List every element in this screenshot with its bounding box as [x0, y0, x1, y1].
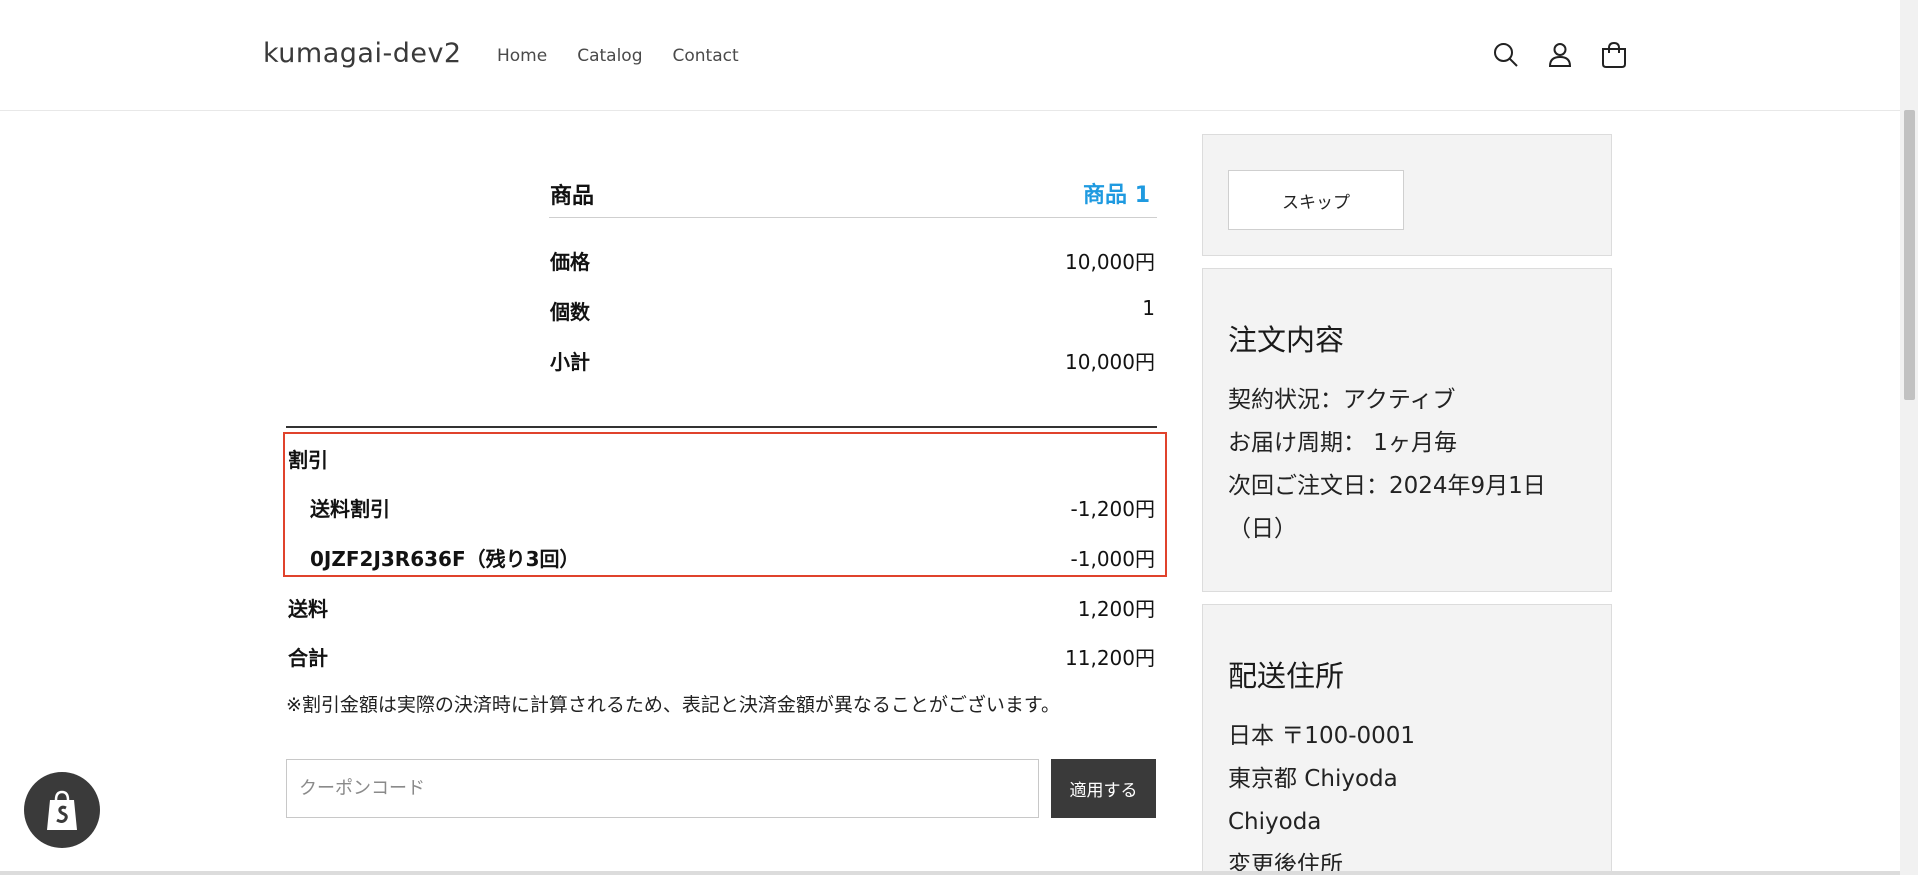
- shipping-value: 1,200円: [1077, 597, 1155, 621]
- product-label: 商品: [550, 184, 595, 209]
- order-title: 注文内容: [1228, 323, 1345, 357]
- coupon-code-input[interactable]: [286, 759, 1039, 818]
- shopify-badge[interactable]: [24, 772, 100, 848]
- shopify-bag-icon: [47, 790, 77, 830]
- cart-icon[interactable]: [1599, 40, 1629, 70]
- address-title: 配送住所: [1228, 659, 1345, 693]
- nav-catalog[interactable]: Catalog: [577, 46, 642, 66]
- subtotal-value: 10,000円: [1065, 350, 1155, 374]
- skip-panel: スキップ: [1202, 134, 1612, 256]
- discount-note: ※割引金額は実際の決済時に計算されるため、表記と決済金額が異なることがございます…: [286, 694, 1061, 716]
- store-logo[interactable]: kumagai-dev2: [263, 38, 462, 69]
- address-panel: 配送住所 日本 〒100-0001 東京都 Chiyoda Chiyoda 変更…: [1202, 604, 1612, 878]
- product-divider: [549, 217, 1157, 218]
- address-line: 東京都 Chiyoda: [1228, 766, 1398, 792]
- site-header: kumagai-dev2 Home Catalog Contact: [0, 0, 1900, 111]
- account-icon[interactable]: [1545, 40, 1575, 70]
- total-label: 合計: [288, 646, 328, 670]
- price-label: 価格: [550, 250, 590, 274]
- summary-divider: [286, 426, 1157, 428]
- skip-button[interactable]: スキップ: [1228, 170, 1404, 230]
- address-line: Chiyoda: [1228, 809, 1322, 835]
- horizontal-scrollbar[interactable]: [0, 871, 1900, 875]
- main-nav: Home Catalog Contact: [497, 46, 769, 66]
- change-address-label[interactable]: 変更後住所: [1228, 844, 1598, 887]
- discount-item-value: -1,200円: [1070, 497, 1155, 521]
- price-value: 10,000円: [1065, 250, 1155, 274]
- discount-item-value: -1,000円: [1070, 547, 1155, 571]
- discount-item-label: 送料割引: [310, 497, 390, 521]
- next-order-date: 次回ご注文日：2024年9月1日（日）: [1228, 473, 1546, 542]
- total-value: 11,200円: [1065, 646, 1155, 670]
- nav-contact[interactable]: Contact: [673, 46, 739, 66]
- vertical-scrollbar[interactable]: [1900, 0, 1918, 875]
- product-name-link[interactable]: 商品 1: [1000, 177, 1150, 209]
- address-line: 日本 〒100-0001: [1228, 723, 1416, 749]
- scrollbar-thumb[interactable]: [1904, 110, 1915, 400]
- order-status: 契約状況：アクティブ: [1228, 387, 1456, 413]
- search-icon[interactable]: [1491, 40, 1521, 70]
- delivery-cycle: お届け周期： 1ヶ月毎: [1228, 430, 1457, 456]
- shipping-label: 送料: [288, 597, 328, 621]
- subtotal-label: 小計: [550, 350, 590, 374]
- apply-coupon-button[interactable]: 適用する: [1051, 759, 1156, 818]
- discount-item-label: 0JZF2J3R636F（残り3回）: [310, 547, 580, 571]
- nav-home[interactable]: Home: [497, 46, 547, 66]
- discount-label: 割引: [288, 448, 328, 472]
- order-panel: 注文内容 契約状況：アクティブ お届け周期： 1ヶ月毎 次回ご注文日：2024年…: [1202, 268, 1612, 592]
- quantity-value: 1: [1142, 296, 1155, 320]
- quantity-label: 個数: [550, 300, 590, 324]
